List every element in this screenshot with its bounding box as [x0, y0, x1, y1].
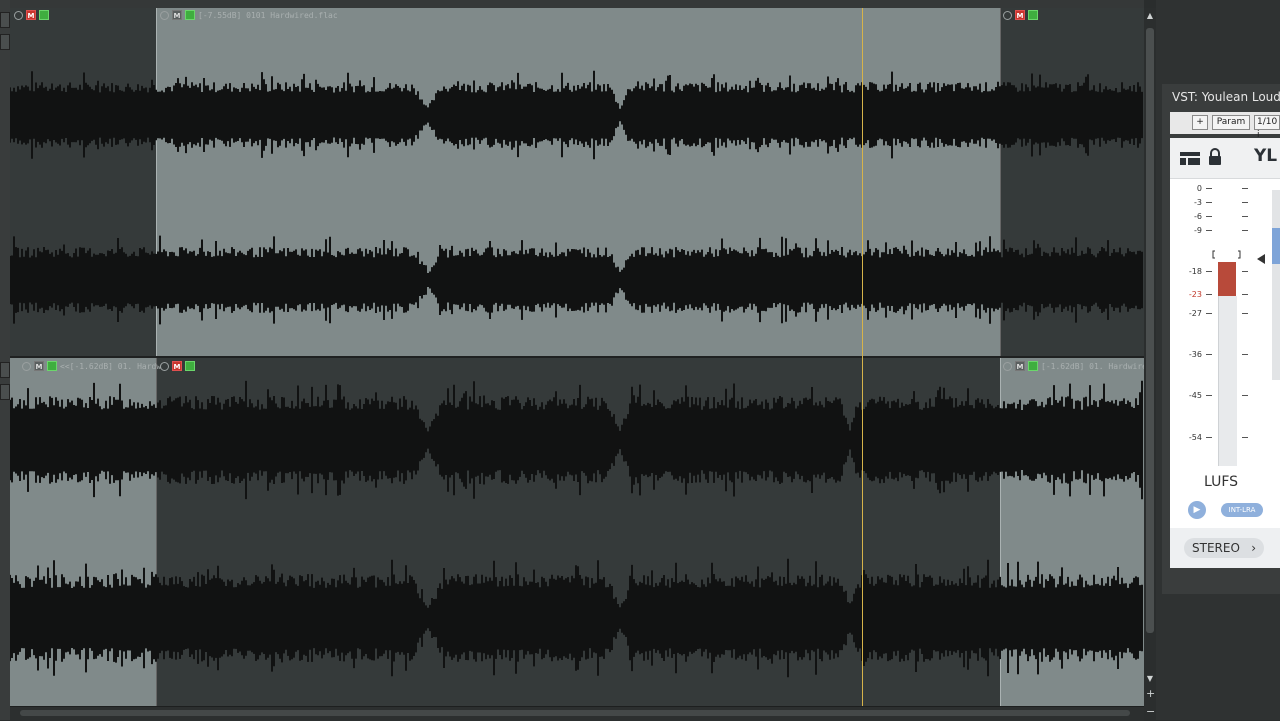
scale-tick: [1206, 313, 1212, 314]
youlean-logo: YL: [1254, 146, 1278, 166]
fx-button[interactable]: [39, 10, 49, 20]
mute-button[interactable]: M: [34, 361, 44, 371]
item-header[interactable]: M [-1.62dB] 01. Hardwire: [1003, 359, 1147, 373]
layout-icon[interactable]: [1180, 150, 1202, 166]
meter-side-panel: [1272, 190, 1280, 380]
item-header[interactable]: M: [160, 359, 198, 373]
scale-tick: [1206, 202, 1212, 203]
mute-button[interactable]: M: [26, 10, 36, 20]
scale-tick: [1242, 294, 1248, 295]
scale-tick: [1242, 313, 1248, 314]
horizontal-scroll-thumb[interactable]: [20, 710, 1130, 716]
scale-tick: [1206, 354, 1212, 355]
preset-selector[interactable]: 1/10 i: [1254, 115, 1280, 140]
scale-tick: [1206, 271, 1212, 272]
meter-scale-label: -3: [1194, 198, 1202, 207]
scale-tick: [1206, 437, 1212, 438]
mute-button[interactable]: M: [1015, 361, 1025, 371]
scroll-down-arrow-icon[interactable]: ▼: [1146, 675, 1154, 683]
scale-tick: [1242, 271, 1248, 272]
meter-scale-label: -54: [1188, 433, 1202, 442]
meter-scale-label: -45: [1188, 391, 1202, 400]
int-lra-toggle[interactable]: INT-LRA: [1221, 503, 1263, 517]
target-marker-icon[interactable]: [1256, 254, 1266, 264]
meter-scale-label: 0: [1196, 184, 1202, 193]
loudness-meter-fill: [1218, 296, 1237, 466]
item-label: [-1.62dB] 01. Hardwire: [1041, 361, 1147, 371]
loudness-meter-peak: [1218, 262, 1236, 296]
scroll-up-arrow-icon[interactable]: ▲: [1146, 12, 1154, 20]
scale-tick: [1242, 395, 1248, 396]
item-label: <<[-1.62dB] 01. Hardw: [60, 361, 162, 371]
meter-range-bracket-icon: [1212, 250, 1241, 259]
stereo-mode-button[interactable]: STEREO ›: [1184, 538, 1264, 558]
meter-scale-label: -6: [1194, 212, 1202, 221]
waveform-track-2: [10, 380, 1143, 678]
item-lock-icon[interactable]: [22, 361, 31, 371]
lock-icon[interactable]: [1207, 148, 1223, 166]
scale-tick: [1242, 216, 1248, 217]
scale-tick: [1206, 230, 1212, 231]
vertical-scroll-thumb[interactable]: [1146, 28, 1154, 633]
chevron-right-icon: ›: [1251, 541, 1256, 555]
item-lock-icon[interactable]: [160, 361, 169, 371]
fx-button[interactable]: [1028, 10, 1038, 20]
meter-scale-label: -27: [1188, 309, 1202, 318]
lufs-unit-label: LUFS: [1204, 474, 1239, 490]
playhead-cursor[interactable]: [862, 8, 863, 720]
item-header[interactable]: M <<[-1.62dB] 01. Hardw: [22, 359, 161, 373]
scale-tick: [1206, 395, 1212, 396]
strip-handle[interactable]: [0, 362, 10, 378]
waveform-track-1: [10, 70, 1143, 325]
item-header[interactable]: M [-7.55dB] 0101 Hardwired.flac: [160, 8, 338, 22]
item-lock-icon[interactable]: [14, 10, 23, 20]
stereo-label: STEREO: [1192, 541, 1240, 555]
mute-button[interactable]: M: [172, 361, 182, 371]
item-lock-icon[interactable]: [1003, 361, 1012, 371]
meter-scale-label: -18: [1188, 267, 1202, 276]
scale-tick: [1242, 437, 1248, 438]
scale-tick: [1206, 216, 1212, 217]
fx-button[interactable]: [185, 361, 195, 371]
scale-tick: [1242, 202, 1248, 203]
scale-tick: [1206, 294, 1212, 295]
item-lock-icon[interactable]: [1003, 10, 1012, 20]
param-button[interactable]: Param: [1212, 115, 1250, 130]
item-header[interactable]: M: [1003, 8, 1041, 22]
scale-tick: [1242, 230, 1248, 231]
mute-button[interactable]: M: [172, 10, 182, 20]
track-1[interactable]: M M [-7.55dB] 0101 Hardwired.flac M: [10, 8, 1145, 356]
item-header[interactable]: M: [14, 8, 52, 22]
add-plugin-button[interactable]: +: [1192, 115, 1208, 130]
play-icon[interactable]: ▶: [1188, 501, 1206, 519]
meter-scale-label: -9: [1194, 226, 1202, 235]
scale-tick: [1242, 188, 1248, 189]
fx-button[interactable]: [1028, 361, 1038, 371]
item-lock-icon[interactable]: [160, 10, 169, 20]
meter-scale-label: -36: [1188, 350, 1202, 359]
vst-window-title[interactable]: VST: Youlean Loud: [1172, 90, 1280, 104]
meter-target-label: -23: [1188, 290, 1202, 299]
zoom-in-icon[interactable]: +: [1146, 688, 1155, 699]
zoom-out-icon[interactable]: −: [1146, 706, 1155, 717]
strip-handle[interactable]: [0, 384, 10, 400]
mute-button[interactable]: M: [1015, 10, 1025, 20]
scale-tick: [1242, 354, 1248, 355]
fx-button[interactable]: [47, 361, 57, 371]
track-2[interactable]: M <<[-1.62dB] 01. Hardw M M [-1.62dB] 01…: [10, 358, 1147, 706]
strip-handle[interactable]: [0, 34, 10, 50]
scale-tick: [1206, 188, 1212, 189]
fx-button[interactable]: [185, 10, 195, 20]
strip-handle[interactable]: [0, 12, 10, 28]
meter-side-highlight: [1272, 228, 1280, 264]
item-label: [-7.55dB] 0101 Hardwired.flac: [198, 10, 338, 20]
